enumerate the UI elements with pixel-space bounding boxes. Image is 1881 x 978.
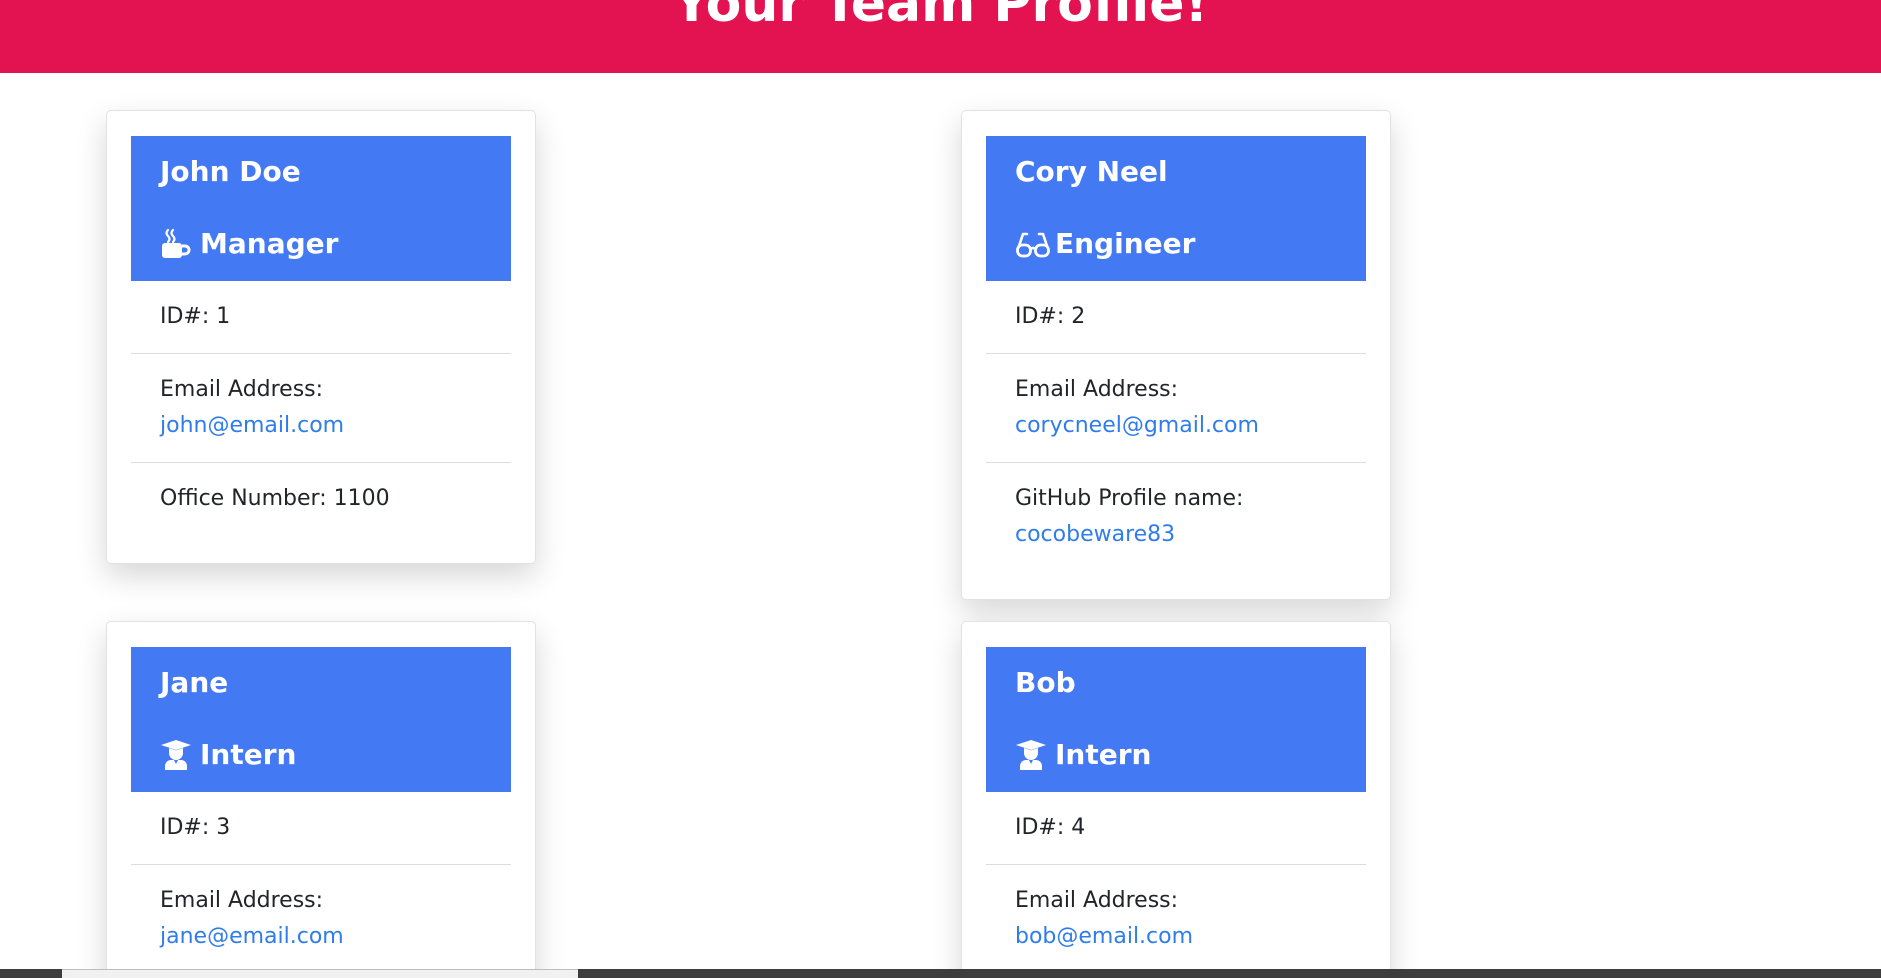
employee-name: Bob [1015,666,1076,699]
glasses-icon [1015,227,1051,261]
page-title: Your Team Profile! [672,0,1209,34]
employee-role-label: Engineer [1055,227,1196,260]
employee-role: Manager [160,224,482,264]
email-link[interactable]: bob@email.com [1015,919,1337,955]
employee-id: ID#: 1 [160,304,231,329]
employee-id-item: ID#: 3 [131,792,511,865]
employee-role: Engineer [1015,224,1337,264]
employee-id: ID#: 3 [160,815,231,840]
employee-role-label: Manager [200,227,339,260]
github-link[interactable]: cocobeware83 [1015,517,1337,553]
horizontal-scrollbar[interactable] [0,969,1881,978]
employee-role-label: Intern [1055,738,1152,771]
employee-card-intern: Jane Intern ID#: 3 Email Address: jane@e… [106,621,536,978]
scrollbar-thumb[interactable] [62,969,578,978]
team-profile-page: Your Team Profile! John Doe Manager ID#:… [0,0,1881,978]
email-label: Email Address: [160,888,324,913]
email-link[interactable]: corycneel@gmail.com [1015,408,1337,444]
employee-email-item: Email Address: jane@email.com [131,865,511,973]
employee-email-item: Email Address: john@email.com [131,354,511,463]
employee-card-header: Jane Intern [131,647,511,792]
employee-card-header: Bob Intern [986,647,1366,792]
mug-icon [160,227,196,261]
employee-name: John Doe [160,155,301,188]
email-link[interactable]: john@email.com [160,408,482,444]
employee-role: Intern [1015,735,1337,775]
employee-card-header: John Doe Manager [131,136,511,281]
employee-card-intern: Bob Intern ID#: 4 Email Address: bob@ema… [961,621,1391,978]
page-banner: Your Team Profile! [0,0,1881,73]
employee-id-item: ID#: 1 [131,281,511,354]
email-label: Email Address: [160,377,324,402]
employee-card-engineer: Cory Neel Engineer ID#: 2 Email Address: [961,110,1391,600]
employee-id: ID#: 2 [1015,304,1086,329]
employee-role-label: Intern [200,738,297,771]
employee-role: Intern [160,735,482,775]
graduate-icon [1015,738,1051,772]
employee-email-item: Email Address: corycneel@gmail.com [986,354,1366,463]
employee-card-header: Cory Neel Engineer [986,136,1366,281]
email-label: Email Address: [1015,377,1179,402]
employee-name: Jane [160,666,229,699]
email-link[interactable]: jane@email.com [160,919,482,955]
employee-id-item: ID#: 2 [986,281,1366,354]
employee-email-item: Email Address: bob@email.com [986,865,1366,973]
employee-id-item: ID#: 4 [986,792,1366,865]
employee-id: ID#: 4 [1015,815,1086,840]
email-label: Email Address: [1015,888,1179,913]
employee-name: Cory Neel [1015,155,1168,188]
office-number-item: Office Number: 1100 [131,463,511,535]
github-label: GitHub Profile name: [1015,486,1244,511]
github-item: GitHub Profile name: cocobeware83 [986,463,1366,571]
graduate-icon [160,738,196,772]
office-number: Office Number: 1100 [160,486,390,511]
employee-card-manager: John Doe Manager ID#: 1 Email Address: j… [106,110,536,564]
